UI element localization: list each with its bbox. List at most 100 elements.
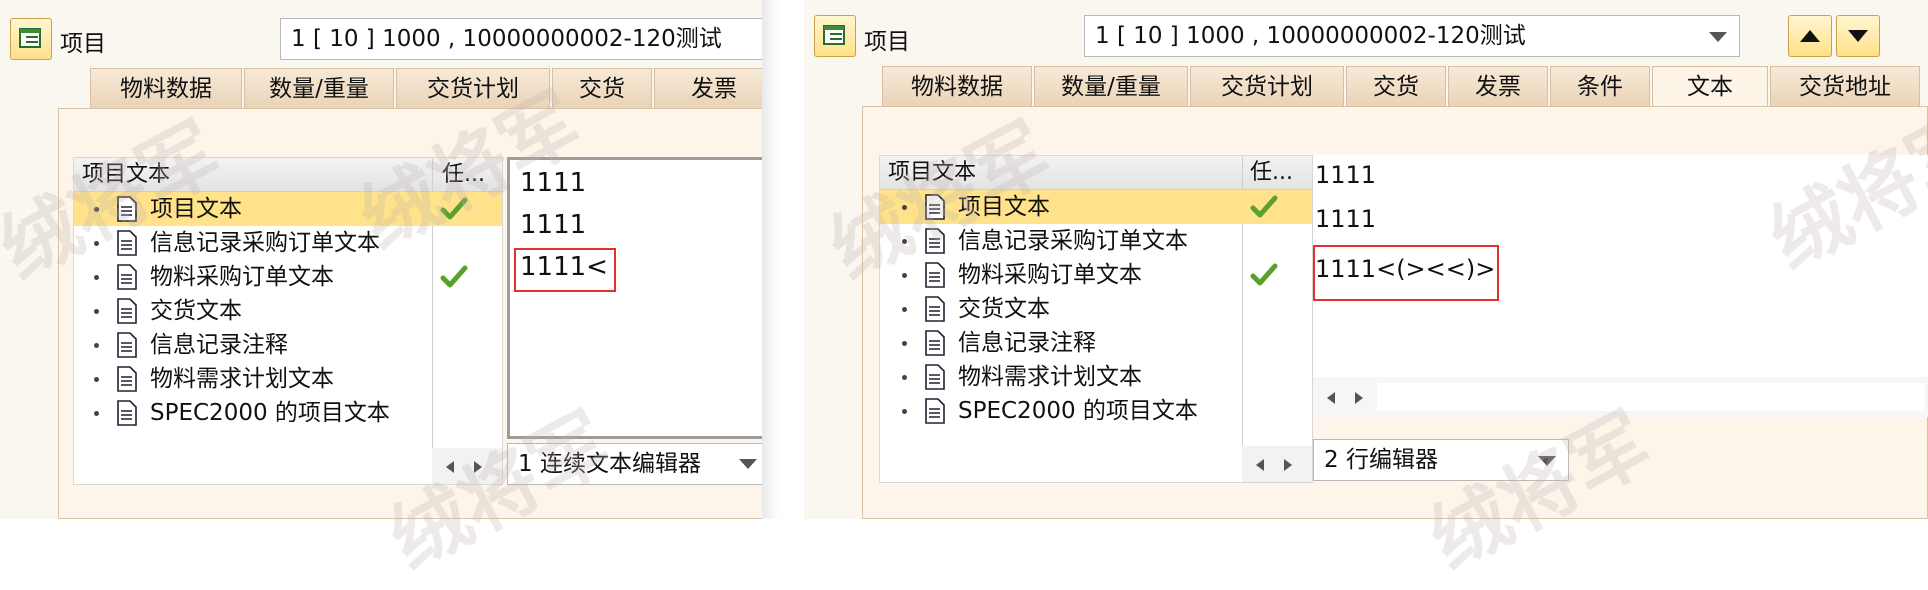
scroll-right-icon[interactable] [1282,458,1294,472]
tree-row-label: 信息记录注释 [958,330,1096,356]
tab-content-area: 项目文本 任... 项目文本 信息记录采购订单文本 物料采购订单文本 交货文本 … [58,108,762,519]
tree-row-label: 信息记录采购订单文本 [150,230,380,256]
tree-row-label: 物料需求计划文本 [150,366,334,392]
document-icon [117,400,137,426]
bullet [94,377,99,382]
tab-delivery-address[interactable]: 交货地址 [1770,66,1920,106]
tree-row[interactable]: 项目文本 [880,190,1312,224]
tree-col-text-header[interactable]: 项目文本 [82,158,170,192]
checkmark-icon [440,197,468,220]
tab-delivery-schedule[interactable]: 交货计划 [396,68,550,108]
tree-row[interactable]: SPEC2000 的项目文本 [880,394,1312,428]
tab-delivery-schedule[interactable]: 交货计划 [1190,66,1344,106]
tab-strip: 物料数据 数量/重量 交货计划 交货 发票 [90,68,762,108]
item-overview-icon [19,28,41,48]
chevron-down-icon[interactable] [1709,32,1727,42]
tree-row[interactable]: 交货文本 [880,292,1312,326]
tree-row[interactable]: 物料需求计划文本 [74,362,502,396]
editor-line: 1111 [1315,161,1377,189]
tree-col-task-header[interactable]: 任... [1250,156,1293,190]
editor-mode-select[interactable]: 1 连续文本编辑器 [507,443,762,485]
tree-row[interactable]: SPEC2000 的项目文本 [74,396,502,430]
tab-content-area: 项目文本 任... 项目文本 信息记录采购订单文本 物料采购订单文本 交货文本 … [862,106,1928,519]
tab-delivery[interactable]: 交货 [1346,66,1446,106]
bullet [902,341,907,346]
tree-row-label: 交货文本 [150,298,242,324]
item-overview-icon [823,25,845,45]
tab-quantity-weight[interactable]: 数量/重量 [1034,66,1188,106]
bullet [902,307,907,312]
tree-scroll-buttons [432,448,502,484]
tree-row[interactable]: 信息记录注释 [880,326,1312,360]
editor-mode-select[interactable]: 2 行编辑器 [1313,439,1569,481]
tree-row[interactable]: 物料采购订单文本 [74,260,502,294]
document-icon [117,230,137,256]
chevron-down-icon[interactable] [1538,456,1556,466]
triangle-up-icon [1800,30,1820,42]
document-icon [117,196,137,222]
editor-line: 1111 [520,210,587,240]
tree-row[interactable]: 信息记录采购订单文本 [74,226,502,260]
tree-row[interactable]: 信息记录注释 [74,328,502,362]
scroll-left-icon[interactable] [444,460,456,474]
highlight-box [514,248,616,292]
text-editor[interactable]: 1111 1111 1111<(><<)> [1313,155,1928,387]
document-icon [925,330,945,356]
item-overview-button[interactable] [814,15,856,57]
tree-row[interactable]: 信息记录采购订单文本 [880,224,1312,258]
tree-row[interactable]: 物料需求计划文本 [880,360,1312,394]
item-selector[interactable]: 1 [ 10 ] 1000 , 10000000002-120测试 [1084,15,1740,57]
tab-material-data[interactable]: 物料数据 [90,68,242,108]
tree-row[interactable]: 交货文本 [74,294,502,328]
bullet [902,205,907,210]
item-selector[interactable]: 1 [ 10 ] 1000 , 10000000002-120测试 [280,18,762,60]
tab-quantity-weight[interactable]: 数量/重量 [244,68,394,108]
tab-invoice[interactable]: 发票 [654,68,762,108]
document-icon [925,194,945,220]
tree-row-label: 物料需求计划文本 [958,364,1142,390]
scroll-right-icon[interactable] [472,460,484,474]
tab-texts[interactable]: 文本 [1652,66,1768,106]
tree-row-label: 交货文本 [958,296,1050,322]
previous-item-button[interactable] [1788,15,1832,57]
item-label: 项目 [864,29,910,55]
tree-row-label: 信息记录注释 [150,332,288,358]
text-editor[interactable]: 1111 1111 1111< [507,157,762,439]
tab-conditions[interactable]: 条件 [1550,66,1650,106]
tab-material-data[interactable]: 物料数据 [882,66,1032,106]
document-icon [925,296,945,322]
tab-delivery[interactable]: 交货 [552,68,652,108]
scroll-track[interactable] [1377,383,1925,411]
tree-scroll-buttons [1242,446,1312,482]
editor-mode-value: 2 行编辑器 [1324,447,1438,473]
item-overview-button[interactable] [10,18,52,60]
tree-row-label: 物料采购订单文本 [958,262,1142,288]
scroll-right-icon[interactable] [1353,391,1365,405]
scroll-left-icon[interactable] [1254,458,1266,472]
item-selector-value: 1 [ 10 ] 1000 , 10000000002-120测试 [1095,23,1526,49]
scroll-left-icon[interactable] [1325,391,1337,405]
bullet [902,273,907,278]
bullet [94,411,99,416]
editor-line: 1111 [1315,205,1377,233]
checkmark-icon [440,265,468,288]
document-icon [117,366,137,392]
tree-row-label: SPEC2000 的项目文本 [958,398,1198,424]
item-label: 项目 [60,31,106,57]
next-item-button[interactable] [1836,15,1880,57]
checkmark-icon [1250,195,1278,218]
chevron-down-icon[interactable] [739,459,757,469]
bullet [902,409,907,414]
tree-row[interactable]: 物料采购订单文本 [880,258,1312,292]
editor-line: 1111 [520,168,587,198]
left-screenshot-panel: 项目 1 [ 10 ] 1000 , 10000000002-120测试 物料数… [0,0,762,519]
tree-row-label: 项目文本 [958,194,1050,220]
tree-row[interactable]: 项目文本 [74,192,502,226]
document-icon [925,364,945,390]
highlight-box [1313,245,1499,301]
tree-col-text-header[interactable]: 项目文本 [888,156,976,190]
editor-horizontal-scrollbar[interactable] [1313,377,1928,417]
tree-col-task-header[interactable]: 任... [442,158,485,192]
bullet [94,207,99,212]
tab-invoice[interactable]: 发票 [1448,66,1548,106]
